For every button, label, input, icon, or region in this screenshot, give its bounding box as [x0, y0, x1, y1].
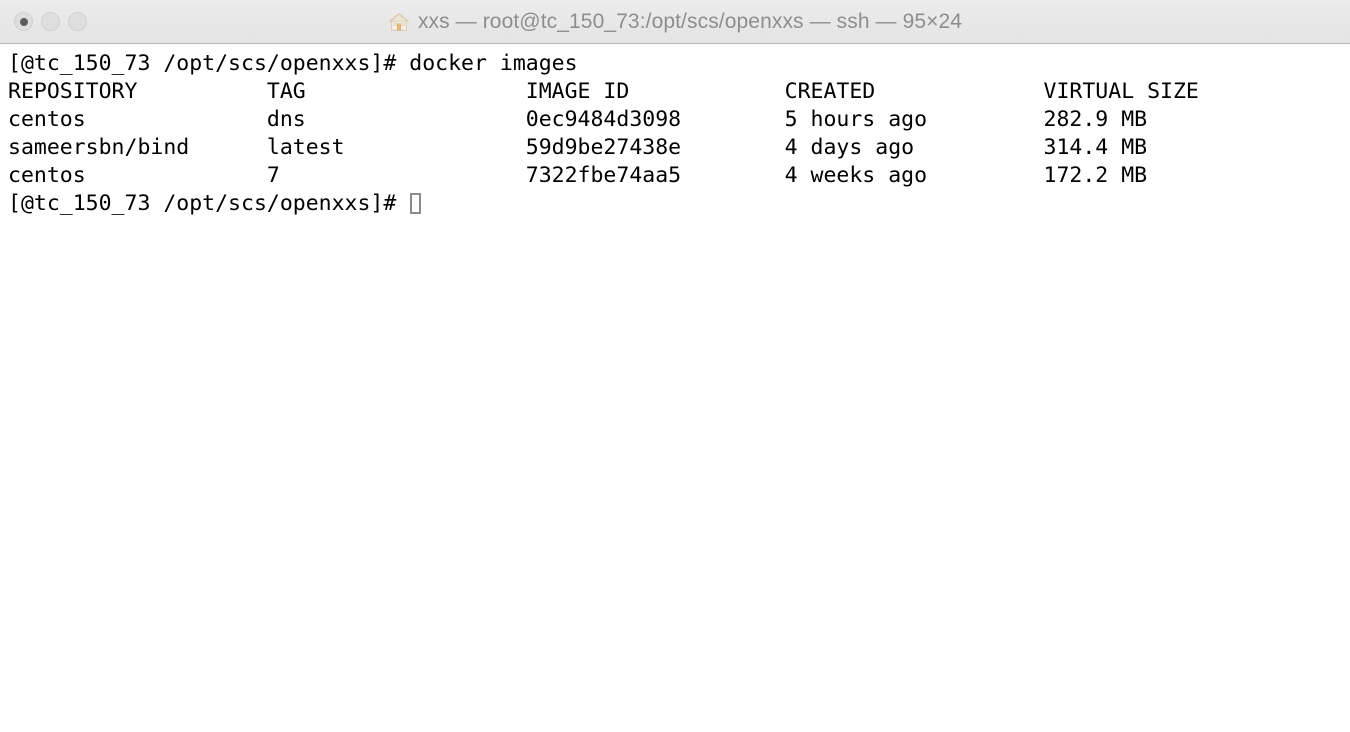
close-button-dot	[19, 17, 28, 26]
home-icon	[388, 11, 410, 33]
terminal-line-table-header: REPOSITORY TAG IMAGE ID CREATED VIRTUAL …	[8, 79, 1199, 104]
terminal-line-prompt: [@tc_150_73 /opt/scs/openxxs]#	[8, 190, 1350, 218]
terminal-output-area[interactable]: [@tc_150_73 /opt/scs/openxxs]# docker im…	[0, 44, 1350, 732]
window-controls	[0, 12, 87, 31]
terminal-window: xxs — root@tc_150_73:/opt/scs/openxxs — …	[0, 0, 1350, 732]
text-cursor	[410, 193, 422, 214]
terminal-line-row-2: sameersbn/bind latest 59d9be27438e 4 day…	[8, 135, 1148, 160]
maximize-button[interactable]	[68, 12, 87, 31]
terminal-line-command: [@tc_150_73 /opt/scs/openxxs]# docker im…	[8, 51, 578, 76]
terminal-line-row-3: centos 7 7322fbe74aa5 4 weeks ago 172.2 …	[8, 163, 1148, 188]
window-titlebar[interactable]: xxs — root@tc_150_73:/opt/scs/openxxs — …	[0, 0, 1350, 44]
close-button[interactable]	[14, 12, 33, 31]
minimize-button[interactable]	[41, 12, 60, 31]
window-title-group: xxs — root@tc_150_73:/opt/scs/openxxs — …	[0, 0, 1350, 43]
shell-prompt: [@tc_150_73 /opt/scs/openxxs]#	[8, 191, 410, 216]
terminal-line-row-1: centos dns 0ec9484d3098 5 hours ago 282.…	[8, 107, 1148, 132]
window-title-text: xxs — root@tc_150_73:/opt/scs/openxxs — …	[417, 9, 963, 33]
